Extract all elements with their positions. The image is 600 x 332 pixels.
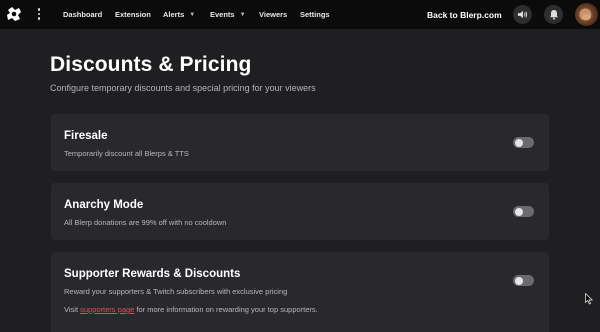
mouse-cursor-icon — [585, 293, 593, 305]
toggle-knob — [514, 207, 523, 216]
note-text-before: Visit — [64, 305, 81, 314]
firesale-toggle[interactable] — [513, 137, 534, 148]
nav-extension-label: Extension — [115, 10, 151, 19]
supporters-page-link[interactable]: supporters page — [80, 305, 134, 314]
nav-dashboard-label: Dashboard — [63, 10, 103, 19]
supporter-rewards-toggle[interactable] — [513, 275, 534, 286]
sound-button[interactable] — [513, 5, 532, 24]
card-description: All Blerp donations are 99% off with no … — [64, 218, 227, 227]
back-to-blerp-link[interactable]: Back to Blerp.com — [427, 0, 502, 29]
top-navbar: Dashboard Extension Alerts ▼ Events ▼ Vi… — [0, 0, 600, 29]
chevron-down-icon: ▼ — [189, 11, 196, 18]
avatar[interactable] — [575, 3, 598, 26]
note-text-after: for more information on rewarding your t… — [134, 305, 318, 314]
toggle-knob — [514, 276, 523, 285]
nav-viewers-label: Viewers — [259, 10, 288, 19]
anarchy-mode-toggle[interactable] — [513, 206, 534, 217]
nav-settings-label: Settings — [300, 10, 330, 19]
card-title: Anarchy Mode — [64, 199, 144, 211]
nav-settings[interactable]: Settings — [300, 0, 330, 29]
nav-viewers[interactable]: Viewers — [259, 0, 287, 29]
page-subtitle: Configure temporary discounts and specia… — [50, 83, 316, 93]
toggle-knob — [514, 138, 523, 147]
bell-icon — [549, 10, 558, 20]
card-title: Firesale — [64, 130, 108, 142]
nav-alerts-label: Alerts — [163, 10, 185, 19]
page-title: Discounts & Pricing — [50, 53, 252, 76]
supporters-note: Visit supporters page for more informati… — [64, 305, 318, 314]
sound-icon — [517, 10, 528, 19]
nav-dashboard[interactable]: Dashboard — [63, 0, 102, 29]
card-description: Temporarily discount all Blerps & TTS — [64, 149, 189, 158]
nav-events-label: Events — [210, 10, 235, 19]
anarchy-mode-card: Anarchy Mode All Blerp donations are 99%… — [51, 183, 549, 240]
nav-events[interactable]: Events ▼ — [210, 0, 246, 29]
nav-extension[interactable]: Extension — [115, 0, 151, 29]
chevron-down-icon: ▼ — [239, 11, 246, 18]
supporter-rewards-card: Supporter Rewards & Discounts Reward you… — [51, 252, 549, 332]
nav-alerts[interactable]: Alerts ▼ — [163, 0, 195, 29]
kebab-menu-icon[interactable] — [36, 8, 42, 21]
card-title: Supporter Rewards & Discounts — [64, 268, 241, 280]
notifications-button[interactable] — [544, 5, 563, 24]
card-description: Reward your supporters & Twitch subscrib… — [64, 287, 288, 296]
blerp-logo-icon[interactable] — [6, 6, 22, 22]
back-to-blerp-label: Back to Blerp.com — [427, 9, 502, 20]
firesale-card: Firesale Temporarily discount all Blerps… — [51, 114, 549, 171]
